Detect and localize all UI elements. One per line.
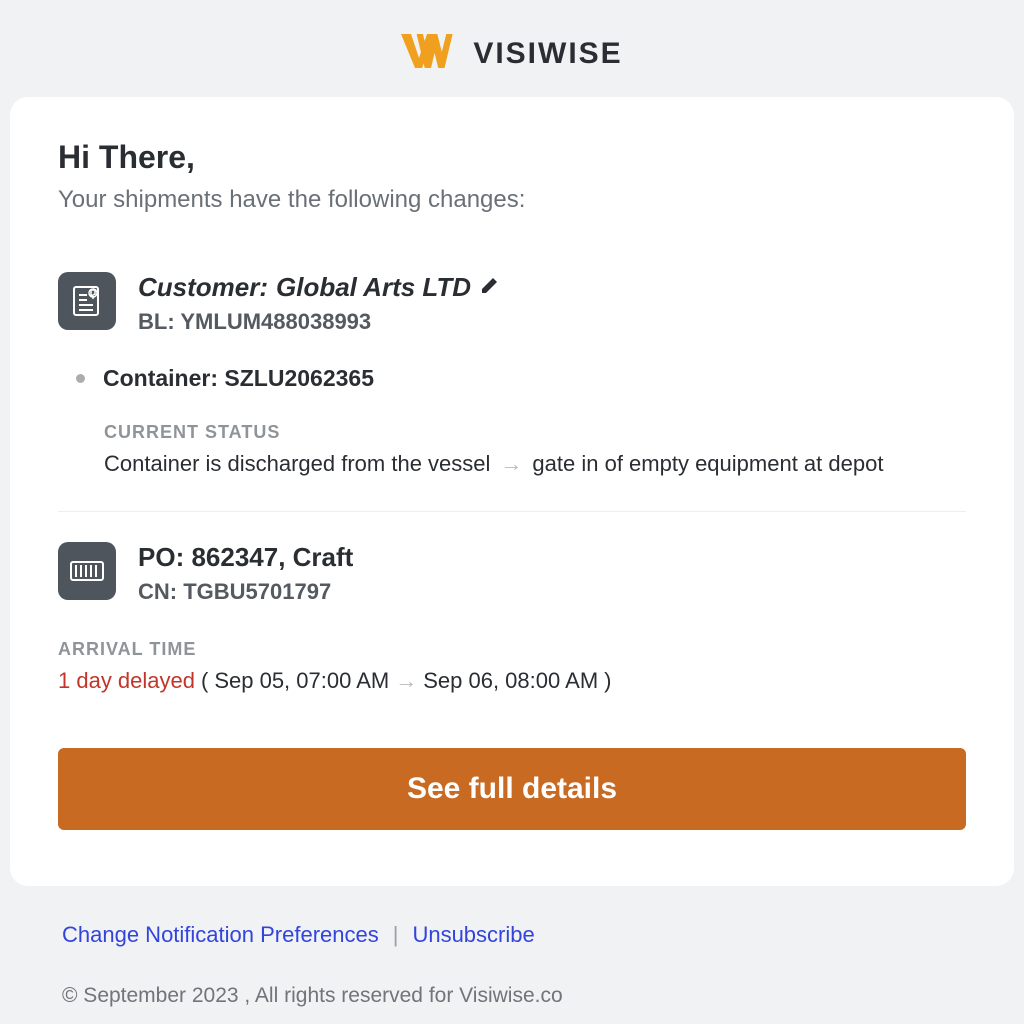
paren-open: ( <box>201 668 208 694</box>
copyright-text: © September 2023 , All rights reserved f… <box>62 984 962 1008</box>
po-value: 862347, Craft <box>191 542 353 572</box>
edit-icon[interactable] <box>479 272 501 303</box>
shipment-1-header: Customer: Global Arts LTD BL: YMLUM48803… <box>58 272 966 335</box>
shipment-2-header: PO: 862347, Craft CN: TGBU5701797 <box>58 542 966 605</box>
status-from: Container is discharged from the vessel <box>104 451 490 477</box>
arrival-change-line: 1 day delayed (Sep 05, 07:00 AM → Sep 06… <box>58 668 966 694</box>
container-label: Container: <box>103 365 224 391</box>
logo-mark-icon <box>401 34 461 73</box>
unsubscribe-link[interactable]: Unsubscribe <box>412 922 534 948</box>
arrival-time-label: ARRIVAL TIME <box>58 639 966 660</box>
arrival-from: Sep 05, 07:00 AM <box>214 668 389 694</box>
footer: Change Notification Preferences | Unsubs… <box>8 886 1016 1008</box>
po-label: PO: <box>138 542 191 572</box>
container-line: Container: SZLU2062365 <box>76 365 966 392</box>
po-title-line: PO: 862347, Craft <box>138 542 353 573</box>
brand-name: VISIWISE <box>473 37 622 71</box>
brand-header: VISIWISE <box>8 8 1016 97</box>
bl-label: BL: <box>138 309 180 334</box>
customer-name: Global Arts LTD <box>276 272 471 303</box>
divider <box>58 511 966 512</box>
cn-number: TGBU5701797 <box>183 579 331 604</box>
intro-text: Your shipments have the following change… <box>58 186 966 214</box>
footer-links: Change Notification Preferences | Unsubs… <box>62 922 962 948</box>
paren-close: ) <box>604 668 611 694</box>
greeting-text: Hi There, <box>58 139 966 176</box>
status-change-line: Container is discharged from the vessel … <box>104 451 966 477</box>
customer-label: Customer: <box>138 272 268 303</box>
bl-line: BL: YMLUM488038993 <box>138 309 501 335</box>
footer-separator: | <box>393 922 399 948</box>
status-block: CURRENT STATUS Container is discharged f… <box>104 422 966 477</box>
cn-label: CN: <box>138 579 183 604</box>
delay-text: 1 day delayed <box>58 668 195 694</box>
notification-card: Hi There, Your shipments have the follow… <box>10 97 1014 886</box>
change-preferences-link[interactable]: Change Notification Preferences <box>62 922 379 948</box>
customer-title-line: Customer: Global Arts LTD <box>138 272 501 303</box>
see-full-details-button[interactable]: See full details <box>58 748 966 830</box>
status-to: gate in of empty equipment at depot <box>532 451 883 477</box>
current-status-label: CURRENT STATUS <box>104 422 966 443</box>
arrow-right-icon: → <box>500 451 522 477</box>
bill-of-lading-icon <box>58 272 116 330</box>
container-number: SZLU2062365 <box>224 365 374 391</box>
arrival-block: ARRIVAL TIME 1 day delayed (Sep 05, 07:0… <box>58 639 966 694</box>
container-icon <box>58 542 116 600</box>
cn-line: CN: TGBU5701797 <box>138 579 353 605</box>
arrow-right-icon: → <box>395 668 417 694</box>
bullet-dot-icon <box>76 374 85 383</box>
arrival-to: Sep 06, 08:00 AM <box>423 668 598 694</box>
bl-number: YMLUM488038993 <box>180 309 371 334</box>
